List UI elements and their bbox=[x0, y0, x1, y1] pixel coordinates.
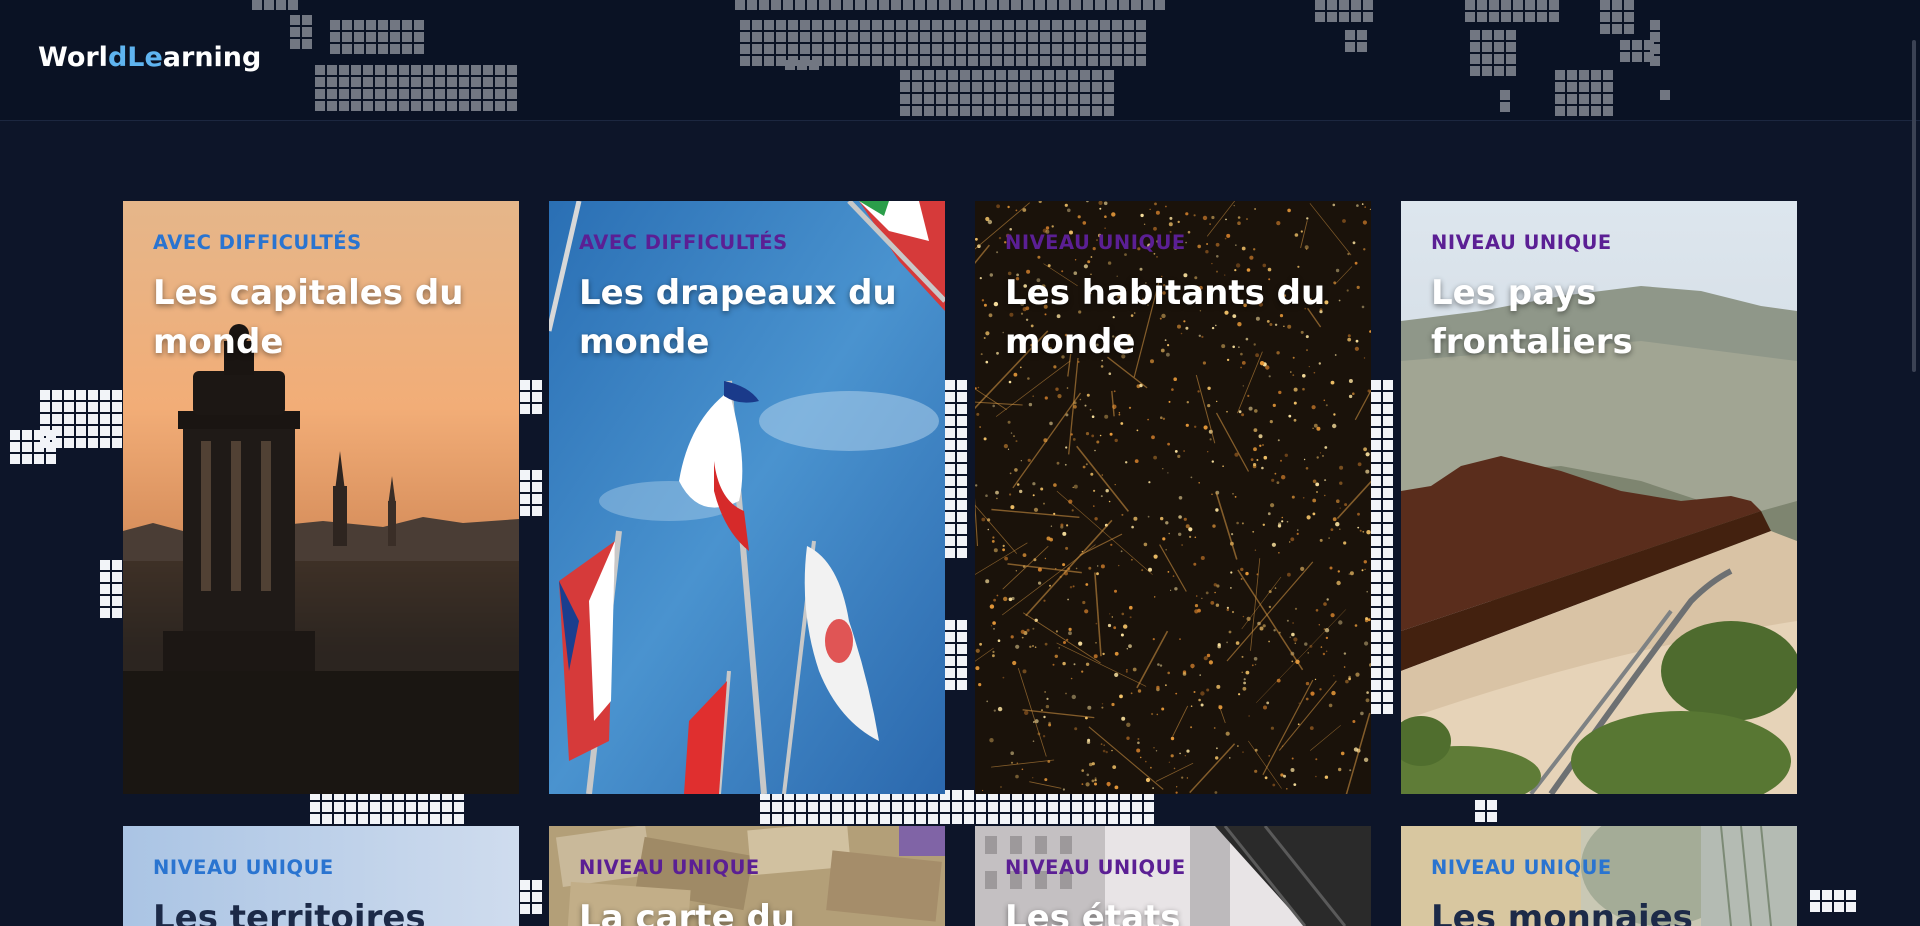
top-header: WorldLearning bbox=[0, 0, 1920, 121]
card-title: Les états bbox=[1005, 898, 1181, 926]
card-drapeaux-du-monde[interactable]: AVEC DIFFICULTÉS Les drapeaux du monde bbox=[549, 201, 945, 794]
card-title: Les territoires bbox=[153, 898, 426, 926]
card-title: Les capitales du monde bbox=[153, 273, 464, 362]
card-etats[interactable]: NIVEAU UNIQUE Les états bbox=[975, 826, 1371, 926]
logo-accent-part: dLe bbox=[107, 42, 163, 73]
card-title: Les pays frontaliers bbox=[1431, 273, 1633, 362]
worldlearning-logo[interactable]: WorldLearning bbox=[38, 42, 261, 73]
page-scrollbar[interactable] bbox=[1912, 40, 1916, 372]
difficulty-badge: NIVEAU UNIQUE bbox=[1431, 856, 1612, 879]
card-pays-frontaliers[interactable]: NIVEAU UNIQUE Les pays frontaliers bbox=[1401, 201, 1797, 794]
logo-text-part: arning bbox=[162, 42, 262, 73]
difficulty-badge: NIVEAU UNIQUE bbox=[1005, 856, 1186, 879]
card-habitants-du-monde[interactable]: NIVEAU UNIQUE Les habitants du monde bbox=[975, 201, 1371, 794]
card-title: Les monnaies bbox=[1431, 898, 1693, 926]
card-title: La carte du bbox=[579, 898, 796, 926]
difficulty-badge: AVEC DIFFICULTÉS bbox=[153, 231, 362, 254]
card-title: Les habitants du monde bbox=[1005, 273, 1326, 362]
card-capitales-du-monde[interactable]: AVEC DIFFICULTÉS Les capitales du monde bbox=[123, 201, 519, 794]
difficulty-badge: AVEC DIFFICULTÉS bbox=[579, 231, 788, 254]
logo-text-part: Worl bbox=[38, 42, 108, 73]
difficulty-badge: NIVEAU UNIQUE bbox=[1431, 231, 1612, 254]
card-monnaies[interactable]: NIVEAU UNIQUE Les monnaies bbox=[1401, 826, 1797, 926]
difficulty-badge: NIVEAU UNIQUE bbox=[579, 856, 760, 879]
card-title: Les drapeaux du monde bbox=[579, 273, 897, 362]
difficulty-badge: NIVEAU UNIQUE bbox=[1005, 231, 1186, 254]
card-carte-du[interactable]: NIVEAU UNIQUE La carte du bbox=[549, 826, 945, 926]
difficulty-badge: NIVEAU UNIQUE bbox=[153, 856, 334, 879]
card-territoires[interactable]: NIVEAU UNIQUE Les territoires bbox=[123, 826, 519, 926]
